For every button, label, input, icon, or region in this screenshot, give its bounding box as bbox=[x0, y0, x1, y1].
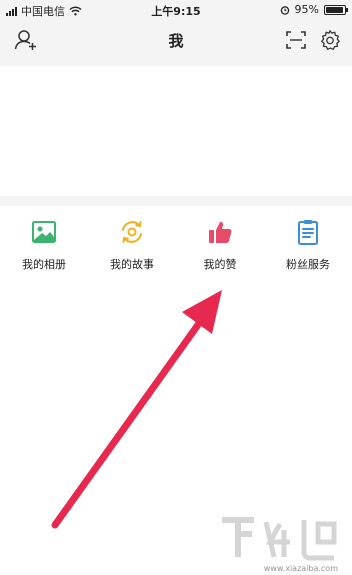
battery-percent: 95% bbox=[294, 3, 319, 16]
battery-icon bbox=[324, 4, 348, 15]
arrow-head bbox=[182, 290, 222, 334]
watermark-logo bbox=[222, 517, 337, 561]
grid-item-fan-service[interactable]: 粉丝服务 bbox=[264, 218, 352, 272]
status-bar: 中国电信 上午9:15 95% bbox=[0, 0, 352, 20]
battery-fill bbox=[326, 6, 344, 13]
grid-label-likes: 我的赞 bbox=[203, 258, 237, 271]
grid-label-photo-album: 我的相册 bbox=[22, 258, 66, 271]
divider-band-bottom bbox=[0, 196, 352, 206]
function-grid: 我的相册 我的故事 我的赞 粉丝服务 bbox=[0, 218, 352, 272]
grid-label-fan-service: 粉丝服务 bbox=[286, 258, 330, 271]
grid-item-photo-album[interactable]: 我的相册 bbox=[0, 218, 88, 272]
arrow-shaft bbox=[51, 311, 209, 529]
scan-icon[interactable] bbox=[284, 29, 308, 51]
alarm-icon bbox=[280, 5, 289, 15]
settings-gear-icon[interactable] bbox=[318, 29, 342, 51]
nav-bar: 我 bbox=[0, 20, 352, 60]
profile-area[interactable] bbox=[6, 66, 352, 196]
status-right: 95% bbox=[280, 3, 348, 16]
photo-album-icon bbox=[32, 221, 56, 243]
grid-label-story: 我的故事 bbox=[110, 258, 154, 271]
clipboard-icon bbox=[298, 220, 318, 245]
thumbs-up-icon bbox=[209, 221, 232, 243]
story-icon bbox=[122, 221, 142, 243]
watermark-site: www.xiazaiba.com bbox=[263, 564, 338, 573]
grid-item-story[interactable]: 我的故事 bbox=[88, 218, 176, 272]
grid-item-likes[interactable]: 我的赞 bbox=[176, 218, 264, 272]
